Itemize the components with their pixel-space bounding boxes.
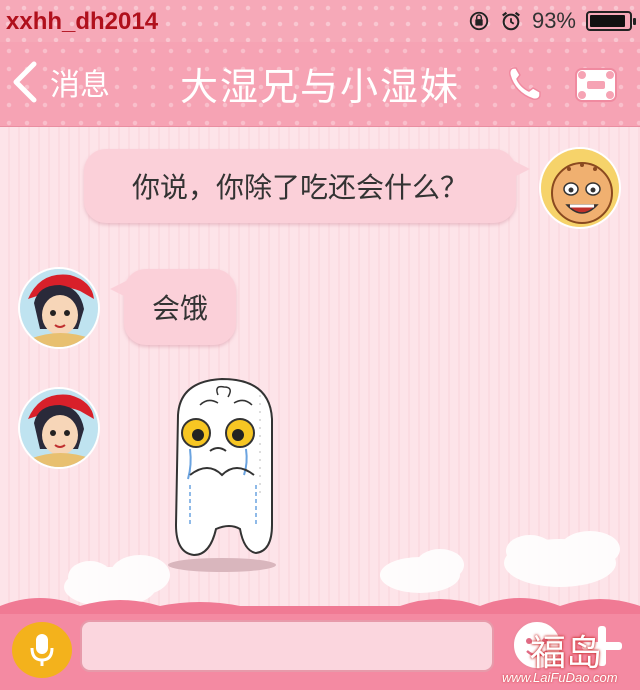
chat-title: 大湿兄与小湿妹 [179, 65, 460, 109]
profile-card-icon[interactable] [572, 64, 620, 106]
avatar-girl[interactable] [18, 267, 100, 349]
status-icons: 93% [468, 8, 636, 34]
battery-icon [586, 11, 636, 31]
microphone-icon [30, 634, 54, 666]
username-watermark: xxhh_dh2014 [6, 8, 159, 35]
back-button[interactable]: 消息 [10, 60, 110, 104]
avatar-monk[interactable] [539, 147, 621, 229]
phone-icon[interactable] [502, 62, 546, 106]
status-bar: xxhh_dh2014 93% [0, 0, 640, 42]
message-text: 会饿 [151, 292, 208, 325]
message-input[interactable] [80, 620, 494, 672]
battery-percent: 93% [531, 8, 576, 33]
message-bubble-outgoing[interactable]: 你说，你除了吃还会什么？ [84, 149, 530, 223]
back-label: 消息 [50, 68, 110, 103]
rotation-lock-icon [469, 11, 489, 31]
monk-avatar-image [541, 149, 619, 227]
chat-area: 你说，你除了吃还会什么？ 会饿 [0, 127, 640, 612]
watermark-url: www.LaiFuDao.com [502, 670, 618, 685]
watermark-brand: 福岛 [530, 633, 603, 674]
voice-button[interactable] [12, 622, 72, 678]
girl-avatar-image [20, 269, 98, 347]
message-text: 你说，你除了吃还会什么？ [131, 171, 468, 204]
back-chevron-icon [13, 61, 37, 103]
nav-bar: 消息 大湿兄与小湿妹 [0, 42, 640, 127]
avatar-girl[interactable] [18, 387, 100, 469]
message-bubble-incoming[interactable]: 会饿 [110, 269, 236, 345]
battery-level-fill [590, 15, 626, 27]
girl-avatar-image [20, 389, 98, 467]
alarm-icon [502, 11, 520, 31]
